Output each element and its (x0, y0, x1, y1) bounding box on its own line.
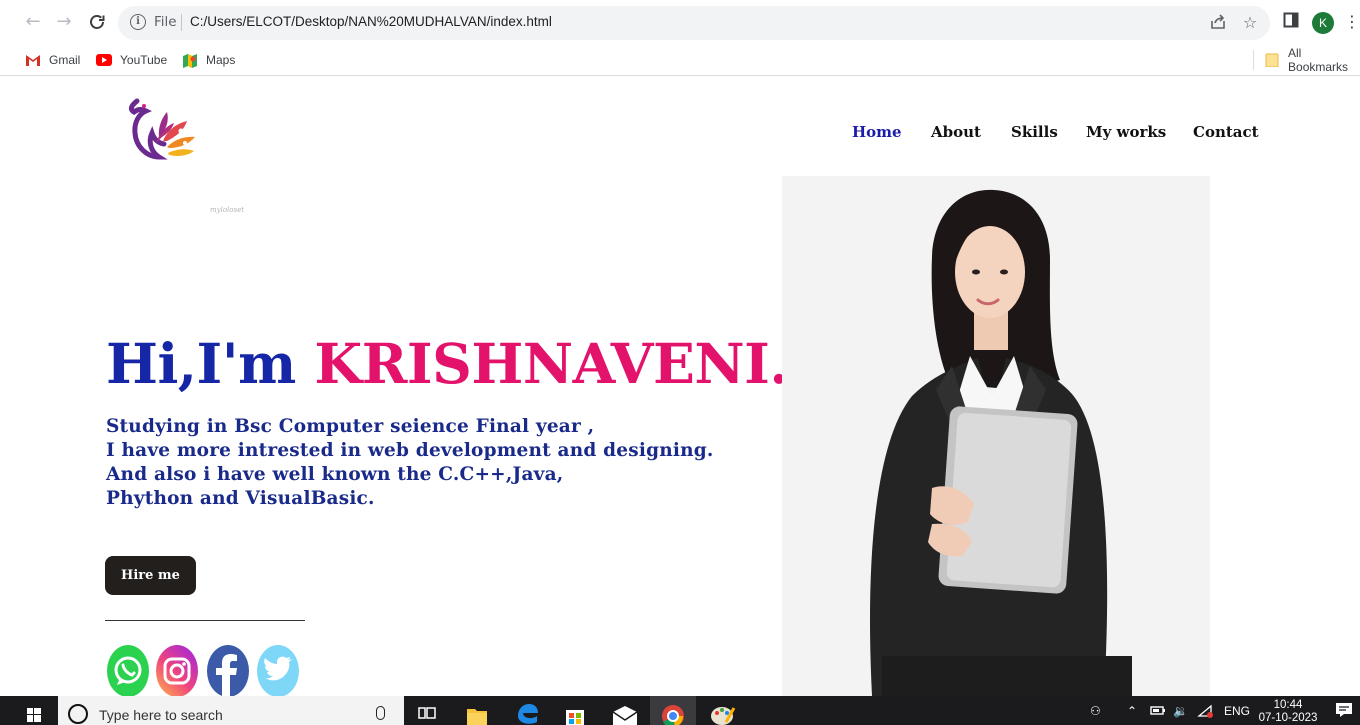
forward-arrow-icon[interactable]: → (53, 11, 75, 33)
chrome-taskbar-icon[interactable] (650, 696, 696, 725)
bookmark-gmail[interactable]: Gmail (25, 51, 80, 69)
address-scheme: File (154, 14, 177, 30)
people-icon[interactable]: ⚇ (1090, 704, 1101, 718)
battery-icon[interactable] (1150, 704, 1166, 719)
bookmark-star-icon[interactable]: ☆ (1240, 13, 1260, 33)
edge-icon[interactable] (504, 696, 550, 725)
language-indicator[interactable]: ENG (1224, 704, 1250, 718)
all-bookmarks-label: All Bookmarks (1288, 46, 1349, 74)
windows-taskbar: Type here to search ⚇ ⌃ 🔉 ENG 10:44 07-1… (0, 696, 1360, 725)
bookmark-label: YouTube (120, 53, 168, 67)
volume-icon[interactable]: 🔉 (1173, 704, 1188, 718)
profile-photo (782, 176, 1210, 696)
menu-dots-icon[interactable]: ⋮ (1344, 12, 1360, 32)
hero-description: Studying in Bsc Computer seience Final y… (106, 415, 714, 511)
hero-description-line: And also i have well known the C.C++,Jav… (106, 464, 564, 485)
nav-skills[interactable]: Skills (1011, 123, 1058, 141)
network-icon[interactable] (1197, 704, 1215, 721)
bookmark-youtube[interactable]: YouTube (96, 51, 167, 69)
taskbar-search-placeholder: Type here to search (99, 707, 223, 723)
instagram-icon[interactable] (156, 645, 198, 696)
nav-my-works[interactable]: My works (1086, 123, 1166, 141)
whatsapp-icon[interactable] (107, 645, 149, 696)
portfolio-page: myloloset Home About Skills My works Con… (10, 77, 1360, 696)
tray-chevron-icon[interactable]: ⌃ (1127, 704, 1137, 718)
bookmark-label: Gmail (49, 53, 81, 67)
nav-contact[interactable]: Contact (1193, 123, 1259, 141)
side-panel-icon[interactable] (1281, 12, 1301, 32)
hero-description-line: Phython and VisualBasic. (106, 488, 375, 509)
facebook-icon[interactable] (207, 645, 249, 696)
share-icon[interactable] (1208, 13, 1228, 33)
microsoft-store-icon[interactable] (552, 696, 598, 725)
info-icon[interactable]: i (130, 14, 146, 30)
bookmarks-bar: Gmail YouTube Maps All Bookmarks (0, 44, 1360, 76)
folder-icon (1265, 53, 1280, 68)
hero-title: Hi,I'm KRISHNAVENI.A (106, 331, 831, 396)
profile-avatar[interactable]: K (1312, 12, 1334, 34)
peacock-logo[interactable] (123, 97, 203, 177)
social-divider (105, 620, 305, 621)
bookmark-maps[interactable]: Maps (182, 51, 235, 69)
task-view-icon[interactable] (404, 696, 450, 725)
taskbar-search-box[interactable]: Type here to search (58, 696, 404, 725)
notifications-icon[interactable] (1335, 702, 1353, 721)
clock-time: 10:44 (1273, 699, 1303, 711)
gmail-icon (25, 53, 41, 67)
hero-description-line: I have more intrested in web development… (106, 440, 714, 461)
nav-home[interactable]: Home (852, 123, 902, 141)
bookmark-label: Maps (206, 53, 236, 67)
hire-me-button[interactable]: Hire me (105, 556, 196, 595)
bookmarks-divider (1253, 50, 1254, 70)
back-arrow-icon[interactable]: ← (22, 11, 44, 33)
reload-icon[interactable] (86, 11, 108, 33)
system-clock[interactable]: 10:44 07-10-2023 (1258, 699, 1318, 725)
address-separator (181, 14, 182, 31)
windows-start-icon[interactable] (10, 696, 58, 725)
logo-caption: myloloset (210, 206, 245, 214)
hero-description-line: Studying in Bsc Computer seience Final y… (106, 416, 595, 437)
clock-date: 07-10-2023 (1258, 712, 1318, 724)
hero-greeting: Hi,I'm (106, 331, 315, 396)
nav-about[interactable]: About (931, 123, 981, 141)
address-url[interactable]: C:/Users/ELCOT/Desktop/NAN%20MUDHALVAN/i… (190, 14, 552, 29)
hero-name: KRISHNAVENI.A (314, 331, 831, 396)
cortana-icon (68, 704, 88, 724)
microphone-icon[interactable] (376, 706, 385, 720)
mail-icon[interactable] (602, 696, 648, 725)
twitter-icon[interactable] (257, 645, 299, 696)
browser-toolbar: ← → i File C:/Users/ELCOT/Desktop/NAN%20… (0, 0, 1360, 44)
address-bar[interactable]: i File C:/Users/ELCOT/Desktop/NAN%20MUDH… (118, 6, 1270, 40)
paint-icon[interactable] (700, 696, 746, 725)
all-bookmarks-folder[interactable]: All Bookmarks (1265, 46, 1360, 74)
youtube-icon (96, 53, 112, 67)
file-explorer-icon[interactable] (454, 696, 500, 725)
maps-icon (182, 53, 198, 68)
